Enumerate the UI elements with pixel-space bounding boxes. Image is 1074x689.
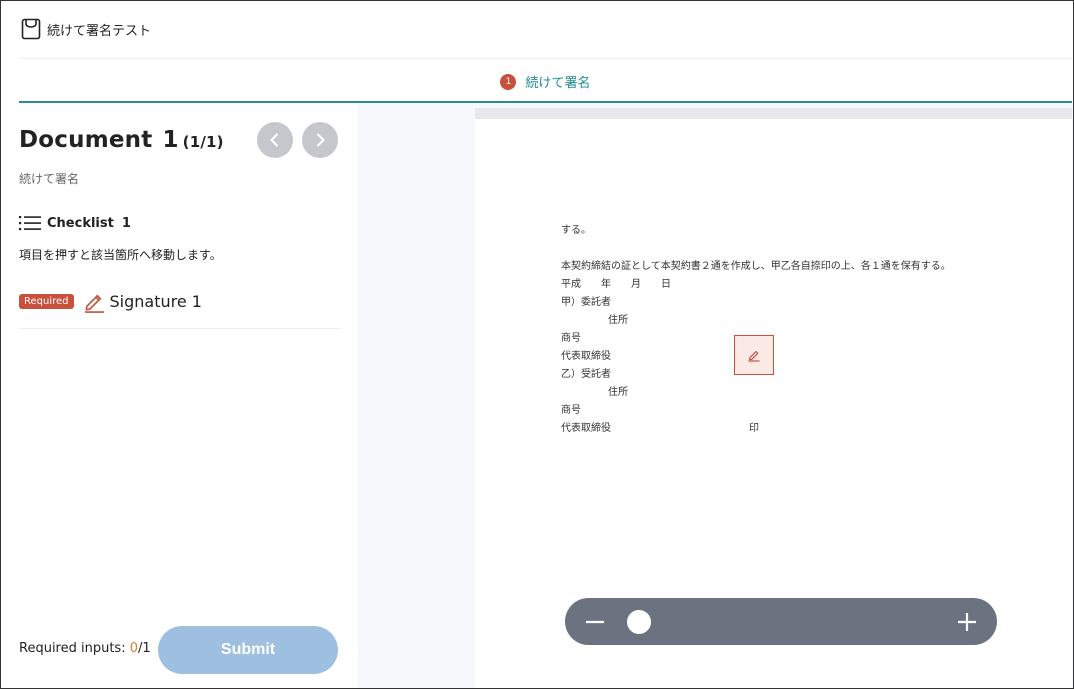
list-icon (19, 216, 41, 231)
document-icon (21, 18, 41, 40)
step-number-badge: 1 (500, 73, 517, 90)
required-inputs-label: Required inputs: (19, 641, 130, 656)
required-inputs-current: 0 (129, 641, 138, 656)
zoom-slider-handle[interactable] (626, 610, 651, 634)
minus-icon (586, 620, 604, 624)
chevron-right-icon (316, 133, 325, 147)
previous-page-edge (475, 108, 1072, 119)
checklist-title: Checklist (47, 215, 114, 231)
checklist-header: Checklist 1 (19, 215, 131, 231)
checklist-count: 1 (121, 215, 131, 231)
plus-icon (958, 613, 976, 631)
document-number: 1 (162, 127, 179, 153)
page-text-line: 住所 (608, 315, 628, 326)
signature-field[interactable] (734, 335, 774, 375)
checklist-item-signature-1[interactable]: Required Signature 1 (19, 287, 340, 329)
next-document-button[interactable] (302, 122, 338, 158)
document-viewer[interactable]: する。 本契約締結の証として本契約書２通を作成し、甲乙各自捺印の上、各１通を保有… (358, 103, 1073, 688)
app-header: 続けて署名テスト (1, 1, 1073, 57)
document-count: (1/1) (182, 133, 224, 151)
app-title: 続けて署名テスト (47, 23, 152, 39)
pen-icon (84, 294, 104, 313)
checklist-description: 項目を押すと該当箇所へ移動します。 (19, 248, 222, 262)
step-1[interactable]: 1 続けて署名 (500, 72, 591, 91)
chevron-left-icon (270, 133, 279, 147)
prev-document-button[interactable] (257, 122, 293, 158)
page-text-line: 本契約締結の証として本契約書２通を作成し、甲乙各自捺印の上、各１通を保有する。 (561, 261, 951, 272)
document-subtitle: 続けて署名 (19, 172, 80, 186)
pen-icon (748, 350, 760, 362)
required-inputs-total: /1 (138, 641, 151, 656)
zoom-control (565, 598, 997, 645)
submit-button[interactable]: Submit (158, 626, 338, 674)
required-inputs-status: Required inputs: 0/1 (19, 641, 151, 656)
page-text-line: する。 (561, 225, 591, 236)
page-text-line: 商号 (561, 405, 581, 416)
required-badge: Required (19, 294, 74, 309)
step-bar: 1 続けて署名 (19, 59, 1072, 104)
page-text-line: 甲）委託者 (561, 297, 611, 308)
page-text-line: 住所 (608, 387, 628, 398)
page-text-line: 商号 (561, 333, 581, 344)
zoom-in-button[interactable] (955, 610, 979, 634)
step-label: 続けて署名 (525, 76, 591, 91)
left-panel: Document 1 (1/1) 続けて署名 Checklist 1 項目を押すと該… (1, 103, 358, 688)
document-title-text: Document (19, 127, 153, 153)
page-text-line: 乙）受託者 (561, 369, 611, 380)
document-title: Document 1 (1/1) (19, 127, 224, 153)
seal-mark: 印 (749, 423, 759, 434)
page-text-line: 平成 年 月 日 (561, 279, 671, 290)
page-text-line: 代表取締役 (561, 423, 611, 434)
zoom-out-button[interactable] (583, 610, 607, 634)
page-text-line: 代表取締役 (561, 351, 611, 362)
checklist-item-label: Signature 1 (109, 292, 202, 311)
